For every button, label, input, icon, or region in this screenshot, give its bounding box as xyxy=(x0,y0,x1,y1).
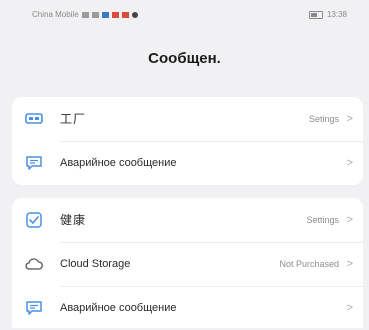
status-right: 13:38 xyxy=(308,10,347,19)
row-health[interactable]: 健康 Settings > xyxy=(12,198,363,242)
chevron-right-icon: > xyxy=(346,214,353,226)
chevron-right-icon: > xyxy=(346,113,353,125)
row-label: Аварийное сообщение xyxy=(60,302,177,314)
notification-icon xyxy=(111,11,119,18)
settings-group-2: 健康 Settings > Cloud Storage Not Purchase… xyxy=(12,198,363,328)
row-label: Cloud Storage xyxy=(60,258,131,270)
signal-icon xyxy=(81,11,89,18)
check-icon xyxy=(26,212,42,228)
device-icon xyxy=(25,113,43,124)
chevron-right-icon: > xyxy=(346,157,353,169)
battery-icon xyxy=(308,10,323,19)
message-icon xyxy=(26,156,42,170)
signal-icon xyxy=(91,11,99,18)
settings-group-1: 工厂 Setings > Аварийное сообщение > xyxy=(12,97,363,185)
page-title: Сообщен. xyxy=(148,50,221,67)
carrier-name: China Mobile xyxy=(32,10,79,19)
notification-icon xyxy=(131,11,138,18)
row-device[interactable]: 工厂 Setings > xyxy=(12,97,363,141)
status-bar: China Mobile 13:38 xyxy=(0,0,369,30)
row-value: Settings xyxy=(306,215,339,225)
row-label: Аварийное сообщение xyxy=(60,157,177,169)
row-label: 工厂 xyxy=(60,112,87,126)
chevron-right-icon: > xyxy=(346,302,353,314)
row-alarm-message[interactable]: Аварийное сообщение > xyxy=(12,141,363,185)
cloud-icon xyxy=(25,258,43,270)
message-icon xyxy=(26,301,42,315)
row-label: 健康 xyxy=(60,213,87,227)
status-left: China Mobile xyxy=(32,10,138,19)
status-time: 13:38 xyxy=(326,10,347,19)
row-alarm-message[interactable]: Аварийное сообщение > xyxy=(12,286,363,330)
row-value: Not Purchased xyxy=(279,259,339,269)
wifi-icon xyxy=(101,11,109,18)
notification-icon xyxy=(121,11,129,18)
chevron-right-icon: > xyxy=(346,258,353,270)
row-cloud-storage[interactable]: Cloud Storage Not Purchased > xyxy=(12,242,363,286)
row-value: Setings xyxy=(308,114,339,124)
